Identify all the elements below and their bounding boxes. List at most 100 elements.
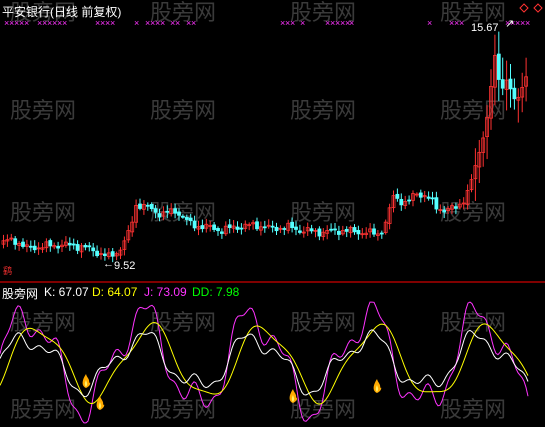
candle-down[interactable] bbox=[434, 197, 439, 210]
signal-marker: × bbox=[525, 18, 530, 28]
signal-marker: × bbox=[134, 18, 139, 28]
low-price-label: 9.52 bbox=[114, 260, 136, 272]
candle-down[interactable] bbox=[297, 230, 302, 233]
candle-down[interactable] bbox=[430, 197, 435, 200]
low-arrow-icon: ← bbox=[103, 258, 114, 270]
candle-down[interactable] bbox=[356, 230, 361, 235]
candle-down[interactable] bbox=[180, 215, 185, 218]
candle-down[interactable] bbox=[91, 247, 96, 252]
flame-icon bbox=[82, 374, 91, 388]
candle-down[interactable] bbox=[71, 243, 76, 246]
candle-down[interactable] bbox=[453, 206, 458, 209]
red-indicator-icon: 鹞 bbox=[3, 265, 12, 276]
candle-down[interactable] bbox=[395, 193, 400, 199]
watermark-text: 股旁网 bbox=[150, 398, 216, 423]
candle-down[interactable] bbox=[500, 79, 505, 89]
signal-marker: × bbox=[160, 18, 165, 28]
candle-down[interactable] bbox=[212, 224, 217, 230]
candle-down[interactable] bbox=[235, 226, 240, 230]
k-value: K: 67.07 bbox=[44, 285, 89, 299]
candle-down[interactable] bbox=[219, 231, 224, 234]
chart-title: 平安银行(日线 前复权) bbox=[2, 5, 122, 19]
signal-marker: × bbox=[191, 18, 196, 28]
candle-down[interactable] bbox=[56, 245, 60, 249]
candle-down[interactable] bbox=[329, 228, 334, 231]
high-price-label: 15.67 bbox=[471, 22, 499, 34]
candle-down[interactable] bbox=[95, 250, 99, 257]
signal-marker: × bbox=[459, 18, 464, 28]
candle-down[interactable] bbox=[426, 196, 431, 199]
watermark-text: 股旁网 bbox=[10, 99, 76, 124]
diamond-icon[interactable] bbox=[519, 3, 543, 13]
candle-down[interactable] bbox=[173, 208, 178, 214]
candle-down[interactable] bbox=[336, 230, 341, 235]
candle-down[interactable] bbox=[399, 199, 404, 206]
candle-down[interactable] bbox=[239, 227, 244, 230]
candle-down[interactable] bbox=[145, 204, 150, 207]
signal-marker: × bbox=[349, 18, 354, 28]
k-line[interactable] bbox=[0, 329, 529, 398]
candle-down[interactable] bbox=[28, 245, 33, 248]
candle-down[interactable] bbox=[32, 245, 37, 251]
candle-down[interactable] bbox=[110, 251, 115, 257]
candle-down[interactable] bbox=[512, 87, 517, 100]
candle-down[interactable] bbox=[255, 221, 259, 230]
candle-down[interactable] bbox=[165, 210, 170, 213]
candle-down[interactable] bbox=[67, 242, 72, 246]
candle-down[interactable] bbox=[153, 208, 158, 213]
candle-down[interactable] bbox=[270, 225, 275, 228]
d-value: D: 64.07 bbox=[92, 285, 138, 299]
candle-down[interactable] bbox=[13, 238, 18, 245]
watermark-layer: 股旁网 股旁网 股旁网 股旁网股旁网 股旁网 股旁网 股旁网股旁网 股旁网 股旁网 股旁网股旁网股… bbox=[10, 1, 506, 423]
candle-down[interactable] bbox=[21, 241, 25, 247]
candle-down[interactable] bbox=[379, 232, 384, 235]
candle-down[interactable] bbox=[282, 228, 287, 230]
candle-down[interactable] bbox=[290, 221, 295, 229]
candle-down[interactable] bbox=[177, 211, 181, 216]
candle-down[interactable] bbox=[508, 78, 513, 90]
signal-marker: × bbox=[290, 18, 295, 28]
signal-marker: × bbox=[300, 18, 305, 28]
candle-down[interactable] bbox=[317, 228, 322, 237]
watermark-text: 股旁网 bbox=[290, 311, 356, 336]
candle-down[interactable] bbox=[184, 217, 189, 220]
candle-down[interactable] bbox=[352, 227, 357, 233]
candle-down[interactable] bbox=[48, 240, 53, 247]
watermark-text: 股旁网 bbox=[290, 201, 356, 226]
indicator-name: 股旁网 bbox=[2, 287, 39, 301]
candle-down[interactable] bbox=[309, 228, 314, 232]
candle-down[interactable] bbox=[442, 209, 447, 213]
watermark-text: 股旁网 bbox=[440, 201, 506, 226]
candle-down[interactable] bbox=[407, 199, 412, 202]
candle-down[interactable] bbox=[216, 228, 220, 232]
candle-down[interactable] bbox=[274, 226, 279, 232]
watermark-text: 股旁网 bbox=[290, 99, 356, 124]
candle-down[interactable] bbox=[192, 220, 197, 229]
watermark-text: 股旁网 bbox=[440, 398, 506, 423]
candle-down[interactable] bbox=[294, 226, 298, 230]
candle-down[interactable] bbox=[188, 217, 193, 222]
candle-down[interactable] bbox=[227, 224, 232, 228]
candle-down[interactable] bbox=[149, 204, 154, 210]
candle-down[interactable] bbox=[83, 245, 88, 248]
candle-down[interactable] bbox=[496, 53, 501, 80]
candle-down[interactable] bbox=[418, 192, 423, 198]
candle-down[interactable] bbox=[75, 244, 80, 251]
flame-icon bbox=[373, 379, 382, 393]
candle-down[interactable] bbox=[157, 213, 162, 218]
dd-value: DD: 7.98 bbox=[192, 285, 240, 299]
watermark-text: 股旁网 bbox=[290, 398, 356, 423]
signal-marker: × bbox=[175, 18, 180, 28]
candle-down[interactable] bbox=[344, 228, 349, 232]
candle-down[interactable] bbox=[87, 245, 92, 248]
watermark-text: 股旁网 bbox=[10, 398, 76, 423]
candle-down[interactable] bbox=[138, 203, 142, 209]
candle-down[interactable] bbox=[333, 228, 337, 231]
flame-icon bbox=[96, 396, 105, 410]
candle-down[interactable] bbox=[200, 225, 205, 230]
candle-down[interactable] bbox=[372, 228, 376, 235]
candle-down[interactable] bbox=[103, 253, 107, 256]
candle-down[interactable] bbox=[262, 226, 267, 229]
stock-chart[interactable]: 股旁网 股旁网 股旁网 股旁网股旁网 股旁网 股旁网 股旁网股旁网 股旁网 股旁网 股旁网股旁网股… bbox=[0, 0, 545, 427]
candlestick-series[interactable] bbox=[1, 31, 528, 263]
